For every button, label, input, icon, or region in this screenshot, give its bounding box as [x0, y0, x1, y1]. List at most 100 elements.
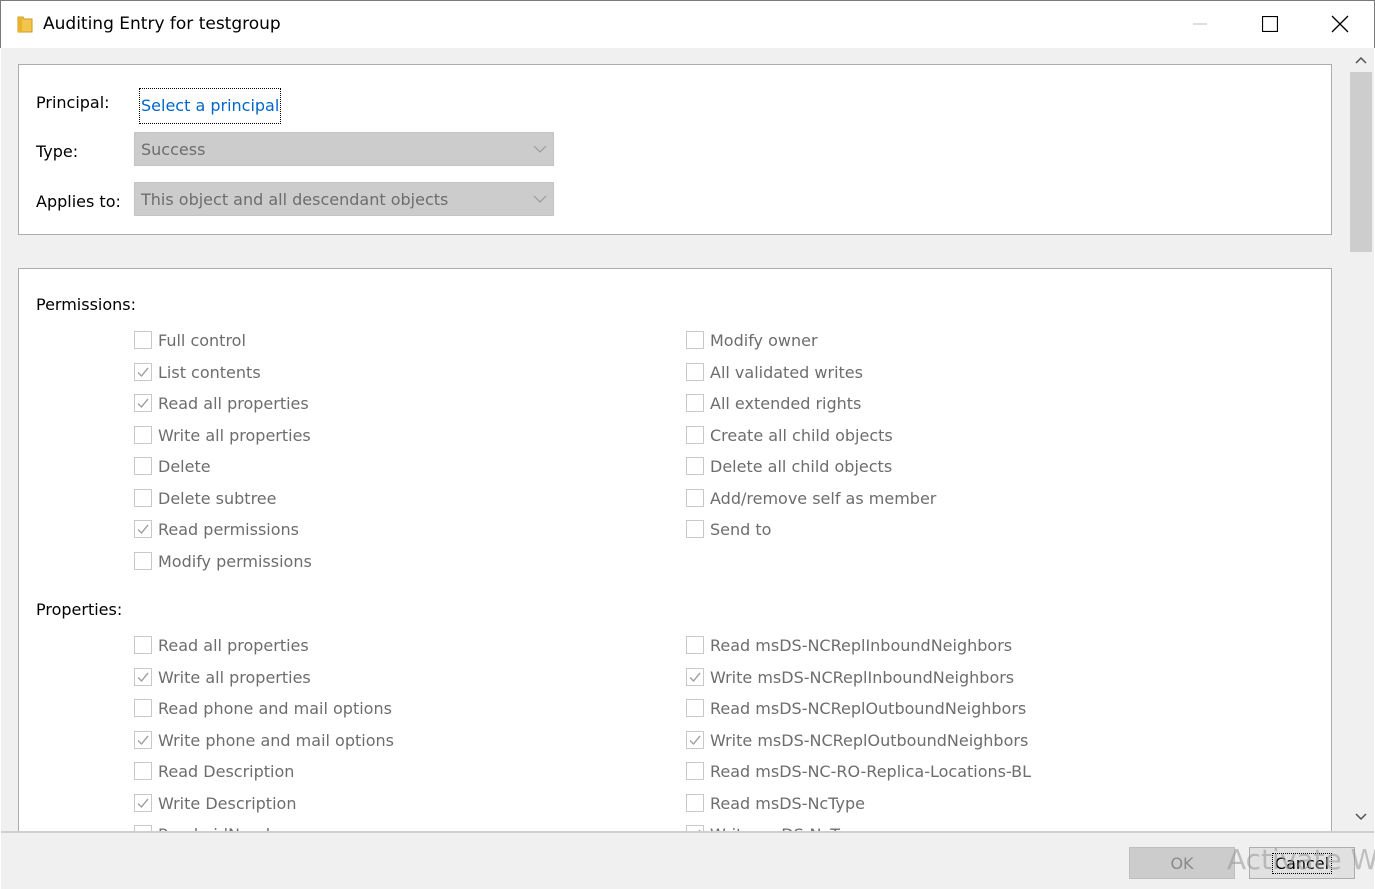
scroll-up-button[interactable] — [1349, 48, 1373, 72]
properties-checkbox-item[interactable]: Write msDS-NCReplOutboundNeighbors — [686, 729, 1028, 751]
checkbox-label: All validated writes — [710, 362, 863, 382]
checkbox-label: Write all properties — [158, 425, 311, 445]
permissions-checkbox-item[interactable]: List contents — [134, 361, 261, 383]
checkbox[interactable] — [134, 520, 152, 538]
checkmark-icon — [689, 672, 701, 683]
properties-checkbox-item[interactable]: Read phone and mail options — [134, 697, 392, 719]
checkbox[interactable] — [686, 668, 704, 686]
permissions-checkbox-item[interactable]: All extended rights — [686, 392, 861, 414]
permissions-checkbox-item[interactable]: Modify owner — [686, 329, 818, 351]
checkbox[interactable] — [686, 762, 704, 780]
chevron-down-icon — [533, 195, 547, 203]
chevron-up-icon — [1355, 56, 1367, 64]
checkbox[interactable] — [686, 331, 704, 349]
checkbox[interactable] — [134, 668, 152, 686]
type-dropdown[interactable]: Success — [134, 132, 554, 166]
properties-checkbox-item[interactable]: Write msDS-NCReplInboundNeighbors — [686, 666, 1014, 688]
dialog-footer: OK Cancel Activate Wi — [1, 831, 1375, 889]
vertical-scrollbar[interactable] — [1349, 48, 1373, 831]
properties-heading: Properties: — [36, 600, 123, 619]
checkbox-label: Read msDS-NCReplOutboundNeighbors — [710, 698, 1027, 718]
applies-to-dropdown[interactable]: This object and all descendant objects — [134, 182, 554, 216]
checkbox-label: Read all properties — [158, 635, 309, 655]
checkbox[interactable] — [686, 520, 704, 538]
permissions-checkbox-item[interactable]: Add/remove self as member — [686, 487, 936, 509]
properties-checkbox-item[interactable]: Read uidNumber — [134, 823, 292, 831]
scrollbar-thumb[interactable] — [1350, 72, 1372, 252]
checkbox[interactable] — [686, 699, 704, 717]
checkbox[interactable] — [686, 731, 704, 749]
checkmark-icon — [137, 798, 149, 809]
close-icon — [1331, 15, 1349, 33]
cancel-button[interactable]: Cancel — [1249, 847, 1355, 879]
checkmark-icon — [137, 367, 149, 378]
properties-checkbox-item[interactable]: Write Description — [134, 792, 296, 814]
maximize-button[interactable] — [1235, 1, 1305, 47]
checkbox-label: Add/remove self as member — [710, 488, 937, 508]
permissions-checkbox-item[interactable]: All validated writes — [686, 361, 863, 383]
checkbox[interactable] — [134, 699, 152, 717]
permissions-checkbox-item[interactable]: Send to — [686, 518, 771, 540]
checkmark-icon — [689, 735, 701, 746]
permissions-checkbox-item[interactable]: Delete all child objects — [686, 455, 892, 477]
applies-to-label: Applies to: — [36, 192, 121, 211]
minimize-button[interactable] — [1165, 1, 1235, 47]
checkbox[interactable] — [686, 426, 704, 444]
checkbox[interactable] — [686, 363, 704, 381]
properties-checkbox-item[interactable]: Read msDS-NcType — [686, 792, 865, 814]
checkbox-label: Modify owner — [710, 330, 818, 350]
checkbox[interactable] — [134, 363, 152, 381]
chevron-down-icon — [533, 145, 547, 153]
checkbox[interactable] — [134, 794, 152, 812]
permissions-checkbox-item[interactable]: Create all child objects — [686, 424, 893, 446]
permissions-checkbox-item[interactable]: Delete — [134, 455, 211, 477]
properties-checkbox-item[interactable]: Read all properties — [134, 634, 309, 656]
select-principal-link[interactable]: Select a principal — [139, 88, 282, 124]
principal-label: Principal: — [36, 93, 110, 112]
checkbox[interactable] — [134, 489, 152, 507]
properties-checkbox-item[interactable]: Write all properties — [134, 666, 311, 688]
checkbox[interactable] — [134, 426, 152, 444]
properties-checkbox-item[interactable]: Read msDS-NCReplOutboundNeighbors — [686, 697, 1026, 719]
checkbox-label: Write Description — [158, 793, 297, 813]
properties-checkbox-item[interactable]: Read msDS-NCReplInboundNeighbors — [686, 634, 1012, 656]
checkbox[interactable] — [686, 457, 704, 475]
checkbox-label: Write all properties — [158, 667, 311, 687]
properties-checkbox-item[interactable]: Write phone and mail options — [134, 729, 394, 751]
permissions-checkbox-item[interactable]: Read permissions — [134, 518, 299, 540]
checkbox-label: Write msDS-NCReplInboundNeighbors — [710, 667, 1015, 687]
checkbox[interactable] — [686, 489, 704, 507]
checkbox[interactable] — [134, 552, 152, 570]
checkbox[interactable] — [134, 731, 152, 749]
checkbox[interactable] — [686, 394, 704, 412]
permissions-group: Permissions: Properties: Full control Lis… — [18, 268, 1332, 831]
checkmark-icon — [137, 398, 149, 409]
properties-checkbox-item[interactable]: Read msDS-NC-RO-Replica-Locations-BL — [686, 760, 1031, 782]
scroll-down-button[interactable] — [1349, 805, 1373, 829]
checkbox-label: Read phone and mail options — [158, 698, 392, 718]
permissions-checkbox-item[interactable]: Write all properties — [134, 424, 311, 446]
properties-checkbox-item[interactable]: Read Description — [134, 760, 294, 782]
maximize-icon — [1262, 16, 1278, 32]
checkbox[interactable] — [134, 636, 152, 654]
checkbox-label: List contents — [158, 362, 261, 382]
checkbox[interactable] — [134, 394, 152, 412]
properties-checkbox-item[interactable]: Write msDS-NcType — [686, 823, 867, 831]
checkbox[interactable] — [686, 636, 704, 654]
checkbox[interactable] — [686, 794, 704, 812]
permissions-heading: Permissions: — [36, 295, 137, 314]
permissions-checkbox-item[interactable]: Modify permissions — [134, 550, 312, 572]
close-button[interactable] — [1305, 1, 1375, 47]
checkbox[interactable] — [134, 331, 152, 349]
permissions-checkbox-item[interactable]: Full control — [134, 329, 246, 351]
ok-button[interactable]: OK — [1129, 847, 1235, 879]
checkbox[interactable] — [134, 457, 152, 475]
checkbox[interactable] — [134, 762, 152, 780]
title-bar: Auditing Entry for testgroup — [0, 0, 1375, 48]
checkbox-label: Read Description — [158, 761, 295, 781]
folder-icon — [17, 16, 33, 33]
applies-to-dropdown-value: This object and all descendant objects — [141, 190, 449, 209]
permissions-checkbox-item[interactable]: Delete subtree — [134, 487, 276, 509]
checkbox-label: Read all properties — [158, 393, 309, 413]
permissions-checkbox-item[interactable]: Read all properties — [134, 392, 309, 414]
